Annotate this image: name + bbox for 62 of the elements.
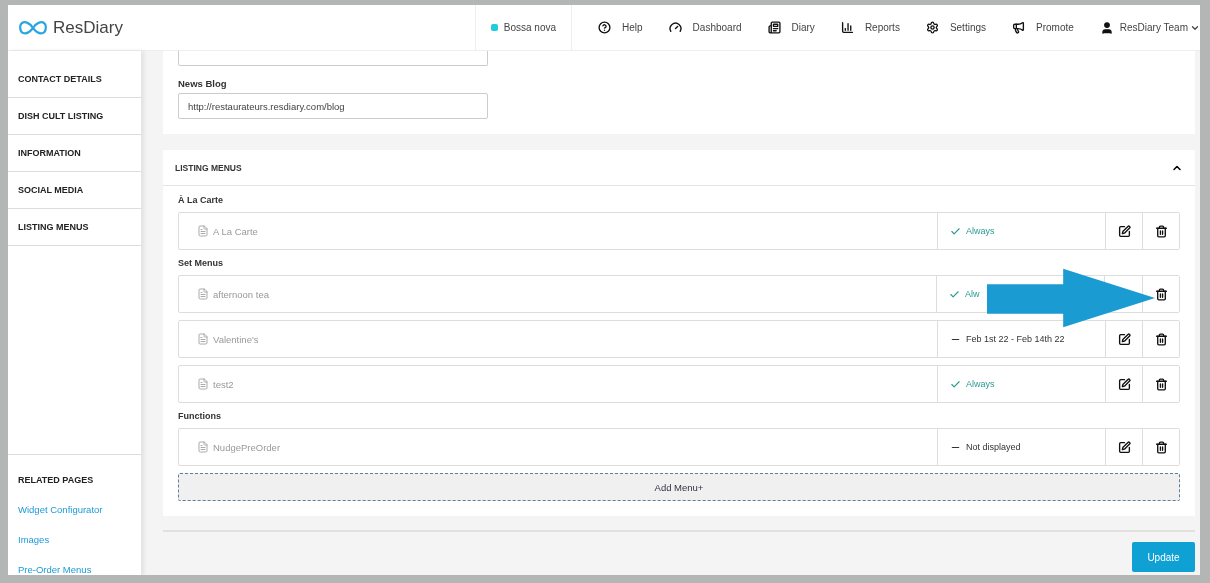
user-icon <box>1099 20 1114 35</box>
menu-name: afternoon tea <box>213 288 269 300</box>
group-title: Set Menus <box>178 258 224 268</box>
card-title: LISTING MENUS <box>175 162 242 173</box>
menu-status: Alw <box>965 289 980 299</box>
input-field[interactable] <box>178 51 488 66</box>
sidebar-item[interactable]: DISH CULT LISTING <box>8 98 141 135</box>
brand-name: ResDiary <box>53 17 123 38</box>
menu-name: NudgePreOrder <box>213 441 281 453</box>
pencil-icon <box>1117 332 1131 346</box>
nav-link[interactable]: Diary <box>767 21 815 34</box>
menu-status: Feb 1st 22 - Feb 14th 22 <box>966 334 1065 344</box>
settings-icon <box>925 21 939 34</box>
sidebar-item[interactable]: LISTING MENUS <box>8 209 141 246</box>
menu-name: A La Carte <box>213 225 258 237</box>
delete-button[interactable] <box>1142 276 1179 312</box>
sidebar-item[interactable]: INFORMATION <box>8 135 141 172</box>
group-title: À La Carte <box>178 195 224 205</box>
logo-icon <box>19 19 47 36</box>
document-icon <box>197 288 209 300</box>
add-menu-button[interactable]: Add Menu+ <box>178 473 1180 501</box>
pencil-icon <box>1117 224 1131 238</box>
help-icon <box>598 21 612 34</box>
related-title: RELATED PAGES <box>18 475 95 485</box>
menu-status: Not displayed <box>966 442 1021 452</box>
document-icon <box>197 441 209 453</box>
check-icon <box>949 288 960 300</box>
bar-chart-icon <box>840 21 854 34</box>
trash-icon <box>1154 287 1168 301</box>
check-icon <box>950 378 961 390</box>
menu-name: test2 <box>213 378 234 390</box>
menu-name: Valentine's <box>213 333 259 345</box>
menu-status: Always <box>966 226 995 236</box>
nav-link[interactable]: Reports <box>840 21 900 34</box>
trash-icon <box>1154 224 1168 238</box>
document-icon <box>197 225 209 237</box>
pencil-icon <box>1117 440 1131 454</box>
trash-icon <box>1154 332 1168 346</box>
user-menu[interactable]: ResDiary Team <box>1099 20 1200 35</box>
nav-link[interactable]: Settings <box>925 21 987 34</box>
restaurant-name[interactable]: Bossa nova <box>503 22 557 33</box>
trash-icon <box>1154 440 1168 454</box>
input-field[interactable]: http://restaurateurs.resdiary.com/blog <box>178 93 488 119</box>
check-icon <box>950 225 961 237</box>
group-title: Functions <box>178 411 222 421</box>
nav-link[interactable]: Help <box>598 21 643 34</box>
sidebar-item[interactable]: SOCIAL MEDIA <box>8 172 141 209</box>
document-icon <box>197 378 209 390</box>
delete-button[interactable] <box>1142 321 1179 357</box>
megaphone-icon <box>1012 21 1026 34</box>
delete-button[interactable] <box>1142 366 1179 402</box>
delete-button[interactable] <box>1142 429 1179 465</box>
pencil-icon <box>1117 377 1131 391</box>
sidebar-item[interactable]: CONTACT DETAILS <box>8 61 141 98</box>
menu-status: Always <box>966 379 995 389</box>
trash-icon <box>1154 377 1168 391</box>
gauge-icon <box>668 21 682 34</box>
delete-button[interactable] <box>1142 213 1179 249</box>
document-icon <box>197 333 209 345</box>
nav-link[interactable]: Dashboard <box>668 21 742 34</box>
nav-link[interactable]: Promote <box>1012 21 1074 34</box>
field-label: News Blog <box>178 78 228 89</box>
